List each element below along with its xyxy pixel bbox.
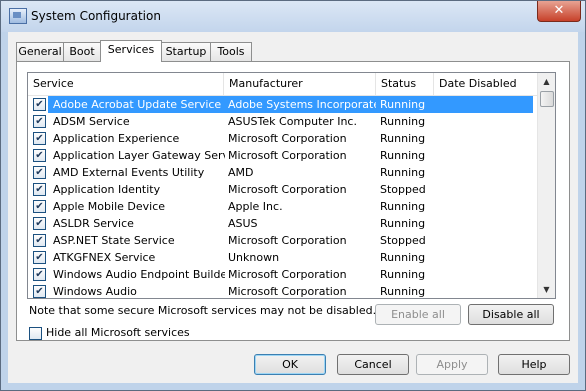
service-enabled-checkbox[interactable]: ✔ — [33, 251, 46, 264]
manufacturer-cell: ASUS — [228, 217, 258, 230]
service-enabled-checkbox[interactable]: ✔ — [33, 149, 46, 162]
service-enabled-checkbox[interactable]: ✔ — [33, 98, 46, 111]
table-row[interactable]: ✔ Apple Mobile Device Apple Inc. Running — [28, 198, 538, 215]
manufacturer-cell: Microsoft Corporation — [228, 268, 347, 281]
tab-tools[interactable]: Tools — [210, 42, 252, 61]
service-enabled-checkbox[interactable]: ✔ — [33, 268, 46, 281]
service-name-cell: ATKGFNEX Service — [53, 251, 156, 264]
title-bar[interactable]: System Configuration ✕ — [1, 1, 585, 32]
column-header-date-disabled[interactable]: Date Disabled — [434, 73, 538, 95]
ok-button[interactable]: OK — [254, 354, 326, 375]
secure-services-note: Note that some secure Microsoft services… — [29, 304, 377, 317]
hide-microsoft-services-label[interactable]: Hide all Microsoft services — [46, 326, 190, 339]
table-row[interactable]: ✔ Application Identity Microsoft Corporati… — [28, 181, 538, 198]
column-header-status[interactable]: Status — [376, 73, 434, 95]
column-header-service[interactable]: Service — [28, 73, 224, 95]
manufacturer-cell: Microsoft Corporation — [228, 132, 347, 145]
table-row[interactable]: ✔ ATKGFNEX Service Unknown Running — [28, 249, 538, 266]
status-cell: Running — [380, 251, 426, 264]
cancel-button[interactable]: Cancel — [337, 354, 409, 375]
help-button[interactable]: Help — [498, 354, 570, 375]
status-cell: Running — [380, 115, 426, 128]
disable-all-button[interactable]: Disable all — [468, 304, 554, 325]
services-list-header: Service Manufacturer Status Date Disable… — [28, 73, 538, 96]
table-row[interactable]: ✔ Adobe Acrobat Update Service Adobe Syste… — [28, 96, 538, 113]
table-row[interactable]: ✔ ASP.NET State Service Microsoft Corporat… — [28, 232, 538, 249]
table-row[interactable]: ✔ Application Experience Microsoft Corpora… — [28, 130, 538, 147]
service-name-cell: Application Identity — [53, 183, 161, 196]
manufacturer-cell: Apple Inc. — [228, 200, 283, 213]
services-list[interactable]: Service Manufacturer Status Date Disable… — [27, 72, 556, 299]
service-enabled-checkbox[interactable]: ✔ — [33, 234, 46, 247]
dialog-client-area: General Boot Services Startup Tools Serv… — [8, 32, 578, 383]
status-cell: Stopped — [380, 183, 426, 196]
column-header-manufacturer[interactable]: Manufacturer — [224, 73, 376, 95]
services-tab-panel: Service Manufacturer Status Date Disable… — [16, 61, 570, 341]
service-name-cell: Adobe Acrobat Update Service — [53, 98, 222, 111]
manufacturer-cell: Unknown — [228, 251, 280, 264]
status-cell: Running — [380, 217, 426, 230]
service-enabled-checkbox[interactable]: ✔ — [33, 115, 46, 128]
table-row[interactable]: ✔ ASLDR Service ASUS Running — [28, 215, 538, 232]
service-enabled-checkbox[interactable]: ✔ — [33, 200, 46, 213]
manufacturer-cell: Adobe Systems Incorporated — [228, 98, 376, 111]
hide-microsoft-services-checkbox[interactable] — [29, 327, 42, 340]
service-name-cell: Application Layer Gateway Service — [53, 149, 225, 162]
service-name-cell: AMD External Events Utility — [53, 166, 205, 179]
manufacturer-cell: Microsoft Corporation — [228, 149, 347, 162]
table-row[interactable]: ✔ AMD External Events Utility AMD Running — [28, 164, 538, 181]
status-cell: Running — [380, 285, 426, 298]
service-name-cell: ASP.NET State Service — [53, 234, 175, 247]
table-row[interactable]: ✔ Windows Audio Endpoint Builder Microsoft… — [28, 266, 538, 283]
table-row[interactable]: ✔ Application Layer Gateway ServiceMicros… — [28, 147, 538, 164]
table-row[interactable]: ✔ ADSM Service ASUSTek Computer Inc. Runnin… — [28, 113, 538, 130]
status-cell: Running — [380, 166, 426, 179]
service-name-cell: ADSM Service — [53, 115, 130, 128]
status-cell: Running — [380, 149, 426, 162]
service-enabled-checkbox[interactable]: ✔ — [33, 166, 46, 179]
manufacturer-cell: Microsoft Corporation — [228, 183, 347, 196]
manufacturer-cell: Microsoft Corporation — [228, 285, 347, 298]
manufacturer-cell: Microsoft Corporation — [228, 234, 347, 247]
tab-boot[interactable]: Boot — [63, 42, 101, 61]
table-row[interactable]: ✔ Windows Audio Microsoft Corporation Runni… — [28, 283, 538, 298]
msconfig-icon — [9, 8, 27, 24]
services-list-rows: ✔ Adobe Acrobat Update Service Adobe Syste… — [28, 96, 538, 298]
service-enabled-checkbox[interactable]: ✔ — [33, 285, 46, 298]
apply-button[interactable]: Apply — [416, 354, 488, 375]
status-cell: Stopped — [380, 234, 426, 247]
tab-general[interactable]: General — [16, 42, 64, 61]
service-enabled-checkbox[interactable]: ✔ — [33, 183, 46, 196]
scroll-up-arrow-icon[interactable]: ▲ — [538, 73, 555, 90]
service-name-cell: ASLDR Service — [53, 217, 134, 230]
service-enabled-checkbox[interactable]: ✔ — [33, 217, 46, 230]
close-button[interactable]: ✕ — [537, 1, 581, 22]
status-cell: Running — [380, 200, 426, 213]
tab-services[interactable]: Services — [100, 40, 162, 62]
tab-startup[interactable]: Startup — [161, 42, 211, 61]
service-enabled-checkbox[interactable]: ✔ — [33, 132, 46, 145]
vertical-scrollbar[interactable]: ▲ ▼ — [537, 73, 555, 298]
status-cell: Running — [380, 268, 426, 281]
scroll-thumb[interactable] — [540, 91, 554, 107]
status-cell: Running — [380, 98, 426, 111]
service-name-cell: Windows Audio — [53, 285, 137, 298]
manufacturer-cell: AMD — [228, 166, 254, 179]
status-cell: Running — [380, 132, 426, 145]
manufacturer-cell: ASUSTek Computer Inc. — [228, 115, 357, 128]
scroll-down-arrow-icon[interactable]: ▼ — [538, 281, 555, 298]
service-name-cell: Apple Mobile Device — [53, 200, 166, 213]
service-name-cell: Application Experience — [53, 132, 180, 145]
enable-all-button[interactable]: Enable all — [375, 304, 461, 325]
service-name-cell: Windows Audio Endpoint Builder — [53, 268, 225, 281]
window-title: System Configuration — [31, 9, 161, 23]
system-configuration-window: System Configuration ✕ General Boot Serv… — [0, 0, 586, 391]
